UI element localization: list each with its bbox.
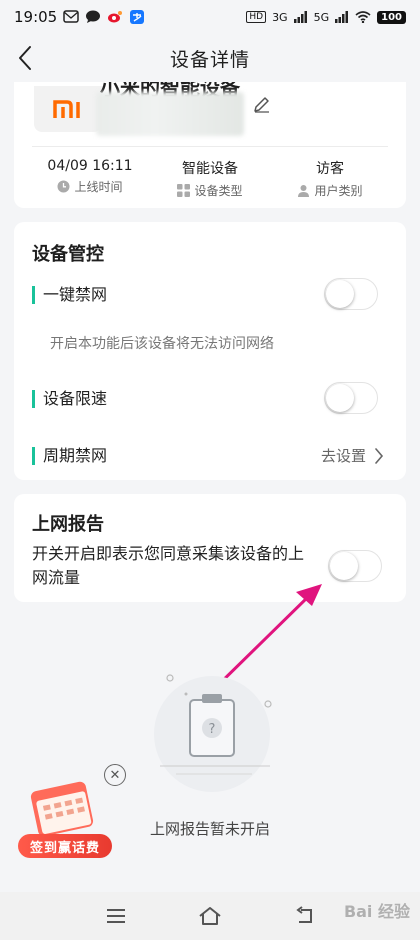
empty-report-illustration: ? <box>154 674 272 792</box>
back-nav-button[interactable] <box>290 902 318 930</box>
menu-button[interactable] <box>102 902 130 930</box>
home-icon <box>199 907 221 925</box>
back-nav-icon <box>296 906 312 923</box>
promo-label: 签到赢话费 <box>18 834 112 858</box>
watermark: Bai 经验 <box>343 902 410 921</box>
home-button[interactable] <box>196 902 224 930</box>
svg-text:?: ? <box>209 722 216 737</box>
checkin-promo[interactable]: 签到赢话费 <box>18 778 112 858</box>
calendar-icon <box>30 781 94 837</box>
menu-icon <box>107 909 125 923</box>
close-icon: ✕ <box>109 767 121 783</box>
promo-close-button[interactable]: ✕ <box>104 764 126 786</box>
